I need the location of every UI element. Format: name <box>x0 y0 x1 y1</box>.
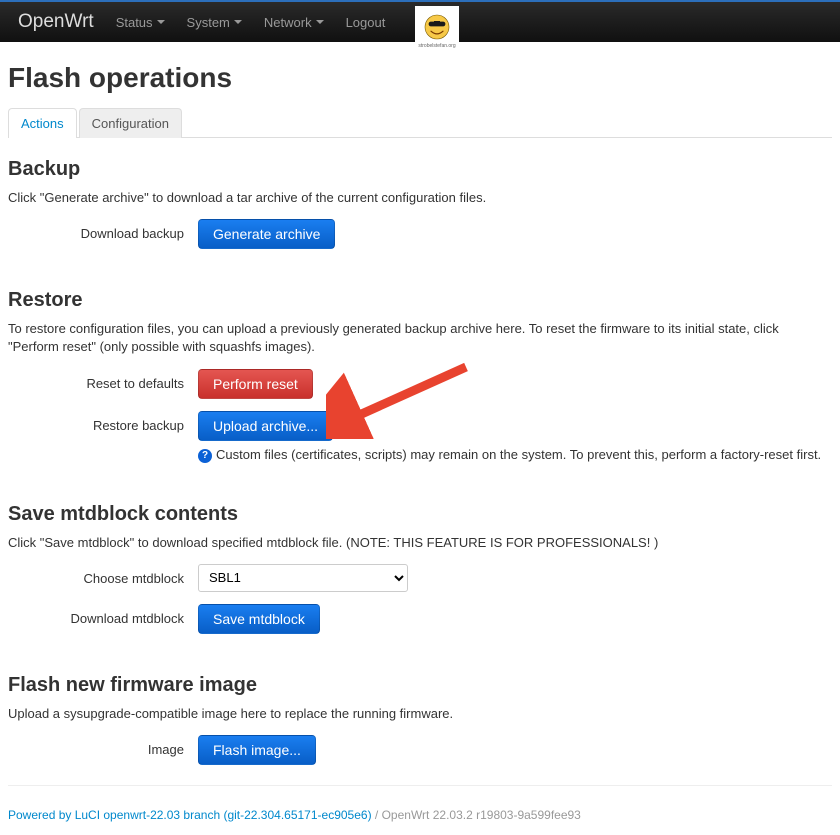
main-container: Flash operations Actions Configuration B… <box>0 42 840 804</box>
caret-down-icon <box>316 20 324 24</box>
avatar: strobelstefan.org <box>415 6 459 50</box>
footer: Powered by LuCI openwrt-22.03 branch (gi… <box>0 804 840 834</box>
nav-network[interactable]: Network <box>264 15 324 30</box>
restore-heading: Restore <box>8 289 832 312</box>
divider <box>8 785 832 786</box>
upload-archive-button[interactable]: Upload archive... <box>198 411 333 441</box>
footer-luci-link[interactable]: Powered by LuCI openwrt-22.03 branch (gi… <box>8 808 372 822</box>
smiley-icon <box>422 12 452 42</box>
restore-hint: ? Custom files (certificates, scripts) m… <box>198 447 832 463</box>
navbar: OpenWrt Status System Network Logout str… <box>0 2 840 42</box>
tabs: Actions Configuration <box>8 108 832 138</box>
mtdblock-heading: Save mtdblock contents <box>8 503 832 526</box>
backup-heading: Backup <box>8 158 832 181</box>
avatar-caption: strobelstefan.org <box>418 43 455 49</box>
tab-actions[interactable]: Actions <box>8 108 77 138</box>
restore-desc: To restore configuration files, you can … <box>8 320 832 356</box>
nav-logout[interactable]: Logout <box>346 15 386 30</box>
nav-system[interactable]: System <box>187 15 242 30</box>
tab-configuration[interactable]: Configuration <box>79 108 182 138</box>
perform-reset-button[interactable]: Perform reset <box>198 369 313 399</box>
backup-desc: Click "Generate archive" to download a t… <box>8 189 832 207</box>
flash-image-button[interactable]: Flash image... <box>198 735 316 765</box>
page-title: Flash operations <box>8 62 832 94</box>
brand-link[interactable]: OpenWrt <box>18 11 94 33</box>
reset-defaults-label: Reset to defaults <box>8 369 198 391</box>
footer-version: OpenWrt 22.03.2 r19803-9a599fee93 <box>382 808 581 822</box>
caret-down-icon <box>157 20 165 24</box>
flash-desc: Upload a sysupgrade-compatible image her… <box>8 705 832 723</box>
flash-image-label: Image <box>8 735 198 757</box>
save-mtdblock-button[interactable]: Save mtdblock <box>198 604 320 634</box>
choose-mtdblock-label: Choose mtdblock <box>8 564 198 586</box>
flash-heading: Flash new firmware image <box>8 674 832 697</box>
download-backup-label: Download backup <box>8 219 198 241</box>
caret-down-icon <box>234 20 242 24</box>
mtdblock-select[interactable]: SBL1 <box>198 564 408 592</box>
mtdblock-desc: Click "Save mtdblock" to download specif… <box>8 534 832 552</box>
download-mtdblock-label: Download mtdblock <box>8 604 198 626</box>
info-icon: ? <box>198 449 212 463</box>
nav-status[interactable]: Status <box>116 15 165 30</box>
generate-archive-button[interactable]: Generate archive <box>198 219 335 249</box>
restore-backup-label: Restore backup <box>8 411 198 433</box>
